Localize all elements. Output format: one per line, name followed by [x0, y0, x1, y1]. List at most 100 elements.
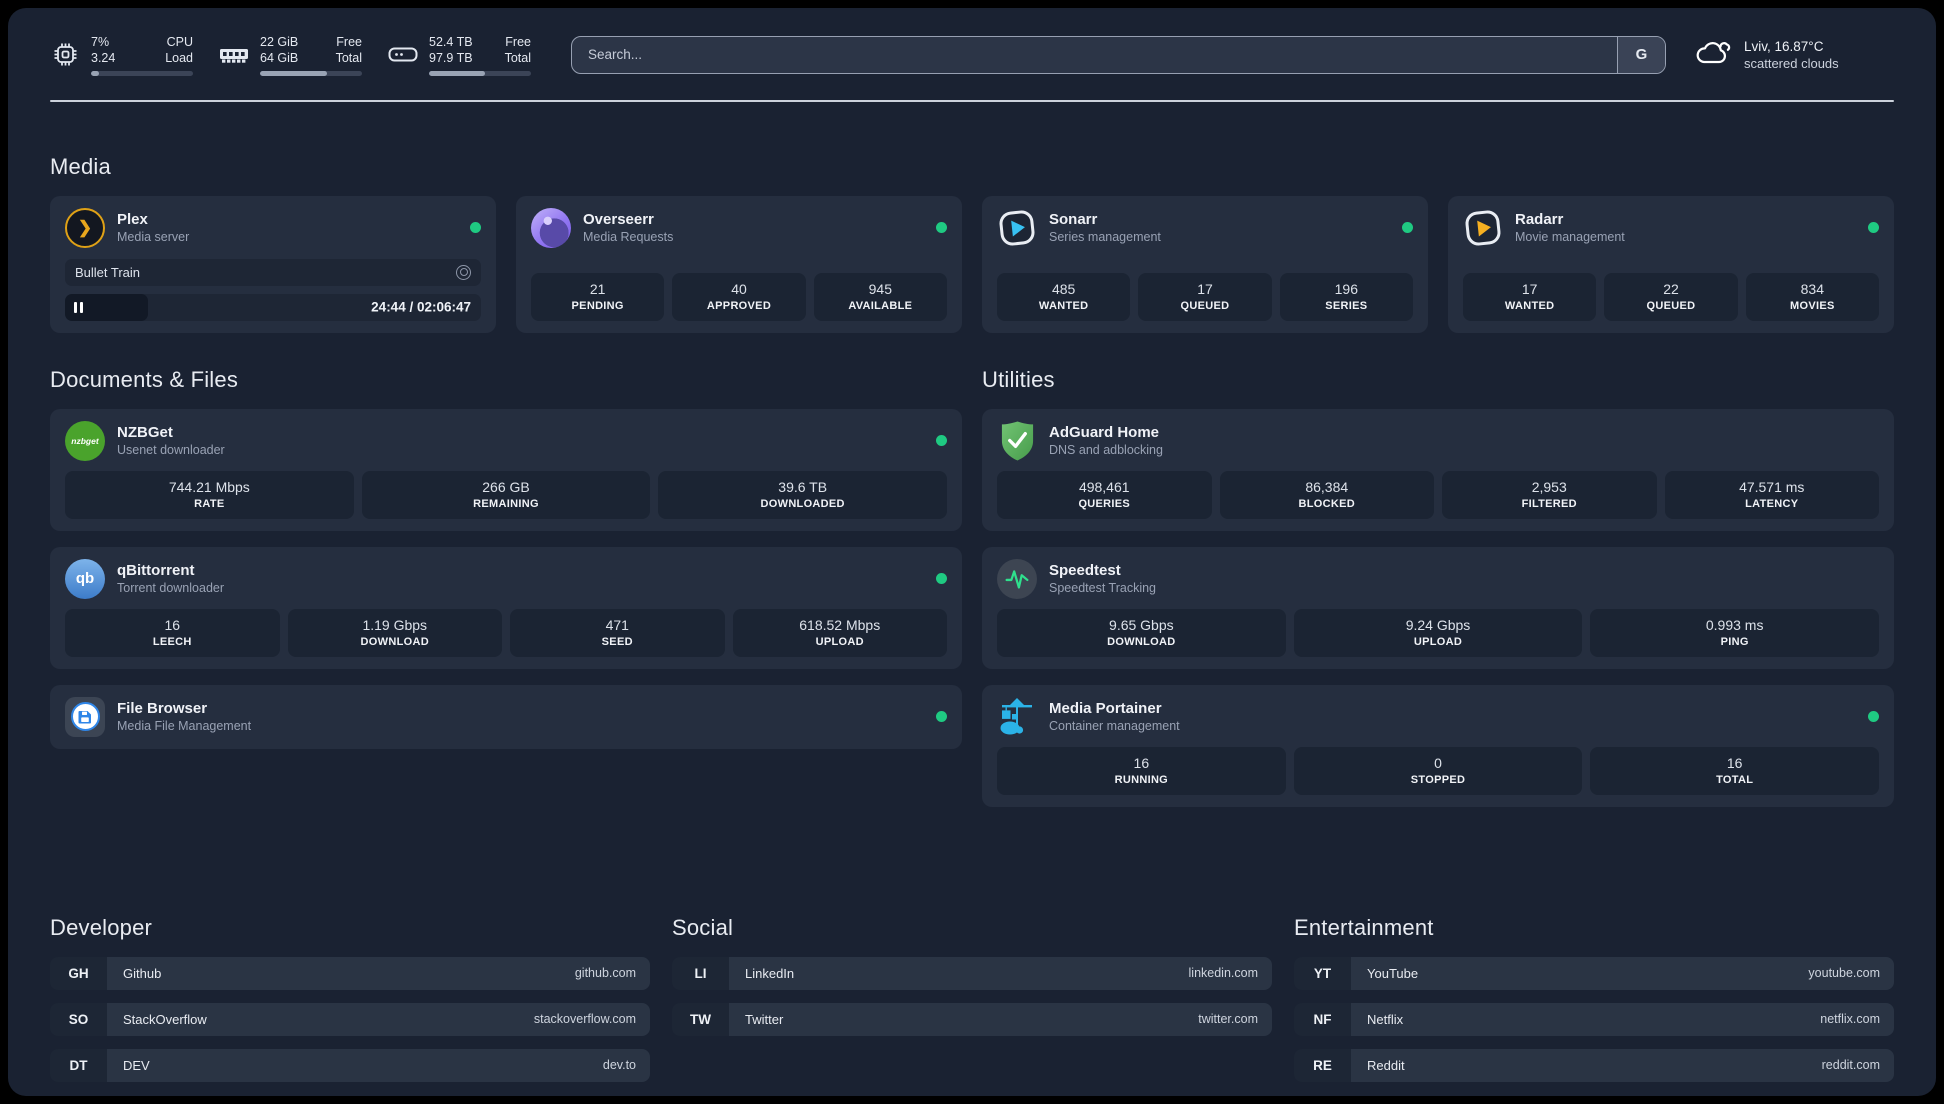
link-url: netflix.com [1820, 1012, 1880, 1026]
player-time: 24:44 / 02:06:47 [371, 299, 471, 315]
cpu-percent: 7% [91, 35, 110, 49]
memory-icon [219, 44, 249, 66]
app-card-speedtest[interactable]: Speedtest Speedtest Tracking 9.65 Gbps DO… [982, 546, 1894, 669]
app-card-portainer[interactable]: Media Portainer Container management 16 R… [982, 684, 1894, 807]
stats-row: 16 RUNNING 0 STOPPED 16 TOTAL [997, 746, 1880, 795]
stat-value: 16 [164, 616, 181, 633]
utilities-column: Utilities AdGuard Home DNS and adblockin… [982, 367, 1894, 807]
weather-condition: scattered clouds [1744, 55, 1839, 71]
link-reddit[interactable]: RE Reddit reddit.com [1294, 1048, 1894, 1082]
stat-label: RATE [194, 497, 225, 510]
stat-label: AVAILABLE [848, 299, 913, 312]
player-progress-bar[interactable]: 24:44 / 02:06:47 [65, 293, 481, 321]
stat-label: QUEUED [1646, 299, 1696, 312]
storage-total: 97.9 TB [429, 51, 473, 66]
link-url: github.com [574, 966, 636, 980]
stats-row: 9.65 Gbps DOWNLOAD 9.24 Gbps UPLOAD 0.993 … [997, 608, 1880, 657]
qbittorrent-icon: qb [65, 558, 105, 599]
memory-stat: 22 GiB Free 64 GiB Total [219, 34, 362, 76]
status-dot [936, 573, 947, 584]
stat-value: 21 [589, 280, 606, 297]
app-name: qBittorrent [117, 562, 195, 579]
link-name: LinkedIn [745, 965, 795, 981]
stat-value: 485 [1051, 280, 1076, 297]
memory-free: 22 GiB [260, 35, 299, 49]
storage-icon [388, 44, 418, 65]
stat-box: 17 QUEUED [1138, 272, 1272, 321]
search-engine-button[interactable]: G [1617, 36, 1665, 73]
filebrowser-icon [65, 696, 105, 737]
adguard-icon [997, 421, 1037, 461]
app-card-overseerr[interactable]: Overseerr Media Requests 21 PENDING 40 APP… [516, 195, 962, 333]
app-name: Plex [117, 211, 148, 228]
stat-value: 266 GB [482, 478, 530, 495]
stat-box: 1.19 Gbps DOWNLOAD [287, 608, 502, 657]
weather-widget: Lviv, 16.87°C scattered clouds [1694, 37, 1894, 72]
app-card-qbittorrent[interactable]: qb qBittorrent Torrent downloader 16 LEEC… [50, 546, 962, 669]
stat-value: 39.6 TB [778, 478, 828, 495]
link-url: stackoverflow.com [533, 1012, 636, 1026]
cpu-progress-fill [91, 70, 100, 76]
app-name: Sonarr [1049, 211, 1098, 228]
app-card-radarr[interactable]: Radarr Movie management 17 WANTED 22 QUEUE… [1448, 195, 1894, 333]
memory-total-label: Total [335, 51, 362, 66]
stats-row: 485 WANTED 17 QUEUED 196 SERIES [997, 272, 1413, 321]
stat-label: PENDING [571, 299, 624, 312]
stat-label: MOVIES [1790, 299, 1835, 312]
link-github[interactable]: GH Github github.com [50, 956, 650, 990]
status-dot [1868, 222, 1879, 233]
stat-box: 9.65 Gbps DOWNLOAD [997, 608, 1286, 657]
stat-label: UPLOAD [1413, 635, 1463, 648]
link-dev[interactable]: DT DEV dev.to [50, 1048, 650, 1082]
stats-row: 21 PENDING 40 APPROVED 945 AVAILABLE [531, 272, 947, 321]
link-tag: SO [50, 1002, 107, 1036]
cloud-icon [1694, 37, 1732, 72]
stat-box: 16 LEECH [65, 608, 280, 657]
app-card-filebrowser[interactable]: File Browser Media File Management [50, 684, 962, 749]
stat-box: 2,953 FILTERED [1442, 470, 1657, 519]
stat-value: 2,953 [1531, 478, 1567, 495]
app-card-nzbget[interactable]: nzbget NZBGet Usenet downloader 744.21 M… [50, 408, 962, 531]
app-card-adguard[interactable]: AdGuard Home DNS and adblocking 498,461 Q… [982, 408, 1894, 531]
search-input[interactable] [572, 36, 1665, 73]
session-icon[interactable] [456, 264, 471, 280]
link-section-entertainment: Entertainment YT YouTube youtube.com NF N… [1294, 863, 1894, 1082]
app-card-plex[interactable]: ❯ Plex Media server Bullet Train 24:44 / [50, 195, 496, 333]
stat-box: 0 STOPPED [1293, 746, 1583, 795]
storage-progress-bar [429, 70, 531, 76]
stat-value: 16 [1133, 754, 1150, 771]
app-description: Media File Management [117, 719, 252, 733]
portainer-icon [997, 697, 1037, 737]
stat-box: 266 GB REMAINING [361, 470, 651, 519]
stats-row: 498,461 QUERIES 86,384 BLOCKED 2,953 FILTER… [997, 470, 1879, 519]
section-title-entertainment: Entertainment [1294, 914, 1434, 940]
storage-total-label: Total [504, 51, 531, 66]
stat-box: 498,461 QUERIES [997, 470, 1212, 519]
status-dot [470, 222, 481, 233]
app-description: Usenet downloader [117, 443, 225, 457]
stat-label: UPLOAD [815, 635, 864, 648]
stat-box: 21 PENDING [531, 272, 665, 321]
link-name: StackOverflow [123, 1011, 207, 1027]
app-name: Media Portainer [1049, 700, 1162, 717]
status-dot [936, 435, 947, 446]
stat-box: 744.21 Mbps RATE [65, 470, 354, 519]
link-netflix[interactable]: NF Netflix netflix.com [1294, 1002, 1894, 1036]
link-stackoverflow[interactable]: SO StackOverflow stackoverflow.com [50, 1002, 650, 1036]
link-linkedin[interactable]: LI LinkedIn linkedin.com [672, 956, 1272, 990]
storage-free-label: Free [505, 35, 531, 49]
cpu-icon [50, 41, 80, 68]
player-progress-fill [65, 293, 149, 321]
stat-label: QUEUED [1180, 299, 1230, 312]
link-twitter[interactable]: TW Twitter twitter.com [672, 1002, 1272, 1036]
stat-value: 471 [605, 616, 629, 633]
stat-value: 9.24 Gbps [1405, 616, 1471, 633]
app-card-sonarr[interactable]: Sonarr Series management 485 WANTED 17 QUE… [982, 195, 1428, 333]
stat-value: 40 [731, 280, 747, 297]
pause-icon[interactable] [74, 301, 83, 313]
stat-box: 618.52 Mbps UPLOAD [732, 608, 947, 657]
app-description: Torrent downloader [117, 581, 225, 595]
link-youtube[interactable]: YT YouTube youtube.com [1294, 956, 1894, 990]
link-url: twitter.com [1198, 1012, 1258, 1026]
overseerr-icon [531, 207, 571, 248]
